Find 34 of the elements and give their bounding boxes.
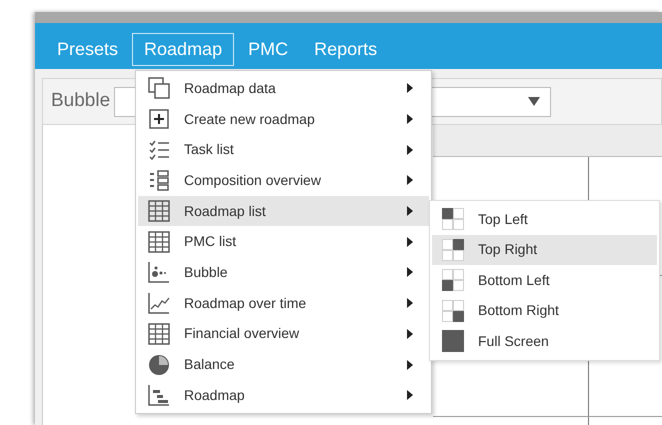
menu-item[interactable]: PMC list bbox=[138, 226, 429, 258]
dropdown-arrow-icon bbox=[528, 97, 540, 106]
menu-item[interactable]: Full Screen bbox=[432, 326, 657, 356]
list-icon bbox=[148, 169, 170, 192]
quadrant-icon bbox=[442, 269, 464, 292]
menu-item[interactable]: Composition overview bbox=[138, 165, 429, 196]
grid-icon bbox=[148, 230, 170, 253]
grid-icon bbox=[148, 200, 170, 222]
menu-item[interactable]: Task list bbox=[138, 134, 429, 166]
menu-item[interactable]: Bottom Left bbox=[432, 265, 657, 296]
quadrant-icon bbox=[442, 300, 464, 322]
menu-item[interactable]: Roadmap over time bbox=[138, 288, 429, 318]
copy-icon bbox=[148, 77, 170, 100]
full-square-icon bbox=[442, 330, 464, 352]
pie-chart-icon bbox=[148, 354, 170, 376]
menu-item[interactable]: Roadmap data bbox=[138, 73, 429, 104]
checklist-icon bbox=[148, 138, 170, 161]
menu-item[interactable]: Financial overview bbox=[138, 318, 429, 350]
menu-item[interactable]: Roadmap bbox=[138, 380, 429, 411]
menu-item[interactable]: Top Left bbox=[432, 204, 657, 234]
line-chart-icon bbox=[148, 292, 170, 314]
menu-item[interactable]: Top Right bbox=[432, 234, 657, 265]
gantt-chart-icon bbox=[148, 384, 170, 406]
quadrant-icon bbox=[442, 238, 464, 261]
menu-item[interactable]: Create new roadmap bbox=[138, 104, 429, 134]
menu-item[interactable]: Roadmap list bbox=[138, 196, 429, 226]
toolbar-label: Bubble bbox=[51, 89, 110, 114]
plus-icon bbox=[148, 108, 170, 130]
quadrant-icon bbox=[442, 208, 464, 230]
menu-item[interactable]: Bottom Right bbox=[432, 296, 657, 326]
menu-item[interactable]: Balance bbox=[138, 349, 429, 380]
scatter-chart-icon bbox=[148, 261, 170, 284]
grid-icon bbox=[148, 322, 170, 345]
menu-item[interactable]: Bubble bbox=[138, 257, 429, 288]
